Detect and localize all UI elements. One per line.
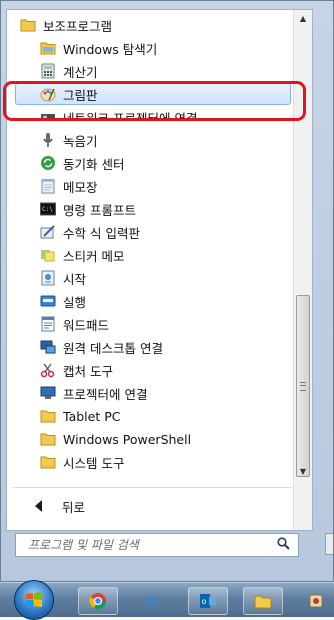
file-explorer-icon [254, 595, 272, 608]
vertical-scrollbar[interactable]: ▲ ▼ [293, 10, 312, 530]
list-item-label: Windows PowerShell [63, 431, 192, 447]
snipping-tool-icon [39, 362, 57, 378]
svg-text:C:\: C:\ [42, 206, 53, 213]
list-item-label: 보조프로그램 [43, 18, 113, 34]
list-item-label: 수학 식 입력판 [63, 225, 140, 241]
start-menu: 보조프로그램 Windows 탐색기 계산기 그림판 네트워크 프로젝터에 연결… [0, 0, 334, 582]
list-item-network-projector[interactable]: 네트워크 프로젝터에 연결 [7, 106, 293, 128]
list-item-run[interactable]: 실행 [7, 290, 293, 312]
scroll-thumb[interactable] [296, 295, 310, 477]
list-item-wordpad[interactable]: 워드패드 [7, 313, 293, 335]
list-item-getting-started[interactable]: 시작 [7, 267, 293, 289]
list-item-label: 원격 데스크톱 연결 [63, 340, 163, 356]
getting-started-icon [39, 270, 57, 286]
list-item-snipping-tool[interactable]: 캡처 도구 [7, 359, 293, 381]
command-prompt-icon: C:\ [39, 201, 57, 217]
folder-icon [19, 17, 37, 33]
notepad-icon [39, 178, 57, 194]
list-item-sound-recorder[interactable]: 녹음기 [7, 129, 293, 151]
calculator-icon [39, 63, 57, 79]
list-item-label: 실행 [63, 294, 87, 310]
list-item-connect-projector[interactable]: 프로젝터에 연결 [7, 382, 293, 404]
grip-icon [300, 381, 306, 391]
list-item-label: 스티커 메모 [63, 248, 125, 264]
taskbar-explorer-button[interactable] [243, 587, 283, 615]
shutdown-button-edge[interactable] [325, 533, 333, 555]
programs-panel: 보조프로그램 Windows 탐색기 계산기 그림판 네트워크 프로젝터에 연결… [6, 9, 313, 531]
taskbar-chrome-button[interactable] [78, 587, 118, 615]
taskbar-outlook-button[interactable]: o [188, 587, 228, 615]
scroll-down-button[interactable]: ▼ [294, 463, 312, 480]
windows-logo-icon [26, 592, 42, 607]
svg-text:o: o [202, 597, 207, 606]
search-icon[interactable] [277, 537, 290, 553]
start-orb[interactable] [14, 580, 54, 620]
list-item-label: 시스템 도구 [63, 455, 125, 471]
remote-desktop-icon [39, 339, 57, 355]
list-item-windows-explorer[interactable]: Windows 탐색기 [7, 37, 293, 59]
taskbar: e o [0, 580, 334, 620]
folder-system-tools[interactable]: 시스템 도구 [7, 451, 293, 473]
list-item-label: 동기화 센터 [63, 156, 125, 172]
search-input[interactable] [26, 537, 260, 553]
list-item-label: Tablet PC [63, 408, 121, 424]
taskbar-ie-button[interactable]: e [133, 587, 173, 615]
folder-icon [39, 408, 57, 424]
list-item-math-input[interactable]: 수학 식 입력판 [7, 221, 293, 243]
list-item-remote-desktop[interactable]: 원격 데스크톱 연결 [7, 336, 293, 358]
internet-explorer-icon: e [146, 588, 160, 614]
list-item-label: 프로젝터에 연결 [63, 386, 148, 402]
folder-accessories[interactable]: 보조프로그램 [7, 14, 293, 36]
back-arrow-icon [35, 500, 42, 512]
taskbar-app-button[interactable] [298, 587, 334, 615]
list-item-command-prompt[interactable]: C:\ 명령 프롬프트 [7, 198, 293, 220]
list-item-notepad[interactable]: 메모장 [7, 175, 293, 197]
sticky-notes-icon [39, 247, 57, 263]
divider [13, 487, 292, 488]
list-item-sticky-notes[interactable]: 스티커 메모 [7, 244, 293, 266]
microphone-icon [39, 132, 57, 148]
list-item-label: 그림판 [63, 87, 98, 103]
list-item-sync-center[interactable]: 동기화 센터 [7, 152, 293, 174]
projector-icon [39, 385, 57, 401]
outlook-icon: o [200, 594, 216, 608]
app-icon [309, 594, 323, 608]
explorer-icon [39, 40, 57, 56]
list-item-label: Windows 탐색기 [63, 41, 158, 57]
math-input-icon [39, 224, 57, 240]
list-item-calculator[interactable]: 계산기 [7, 60, 293, 82]
folder-tablet-pc[interactable]: Tablet PC [7, 405, 293, 427]
search-box[interactable] [15, 533, 299, 557]
paint-icon [39, 86, 57, 102]
program-list: 보조프로그램 Windows 탐색기 계산기 그림판 네트워크 프로젝터에 연결… [7, 14, 293, 474]
list-item-label: 명령 프롬프트 [63, 202, 136, 218]
folder-icon [39, 431, 57, 447]
list-item-paint[interactable]: 그림판 [15, 83, 291, 105]
back-label: 뒤로 [62, 499, 86, 515]
list-item-label: 네트워크 프로젝터에 연결 [63, 110, 198, 126]
chrome-icon [89, 593, 107, 610]
list-item-label: 워드패드 [63, 317, 110, 333]
folder-icon [39, 454, 57, 470]
list-item-label: 시작 [63, 271, 87, 287]
list-item-label: 캡처 도구 [63, 363, 113, 379]
list-item-label: 녹음기 [63, 133, 98, 149]
sync-center-icon [39, 155, 57, 171]
back-button[interactable]: 뒤로 [13, 492, 213, 520]
list-item-label: 계산기 [63, 64, 98, 80]
network-projector-icon [39, 109, 57, 125]
run-icon [39, 293, 57, 309]
scroll-up-button[interactable]: ▲ [294, 10, 312, 27]
list-item-label: 메모장 [63, 179, 98, 195]
folder-windows-powershell[interactable]: Windows PowerShell [7, 428, 293, 450]
wordpad-icon [39, 316, 57, 332]
